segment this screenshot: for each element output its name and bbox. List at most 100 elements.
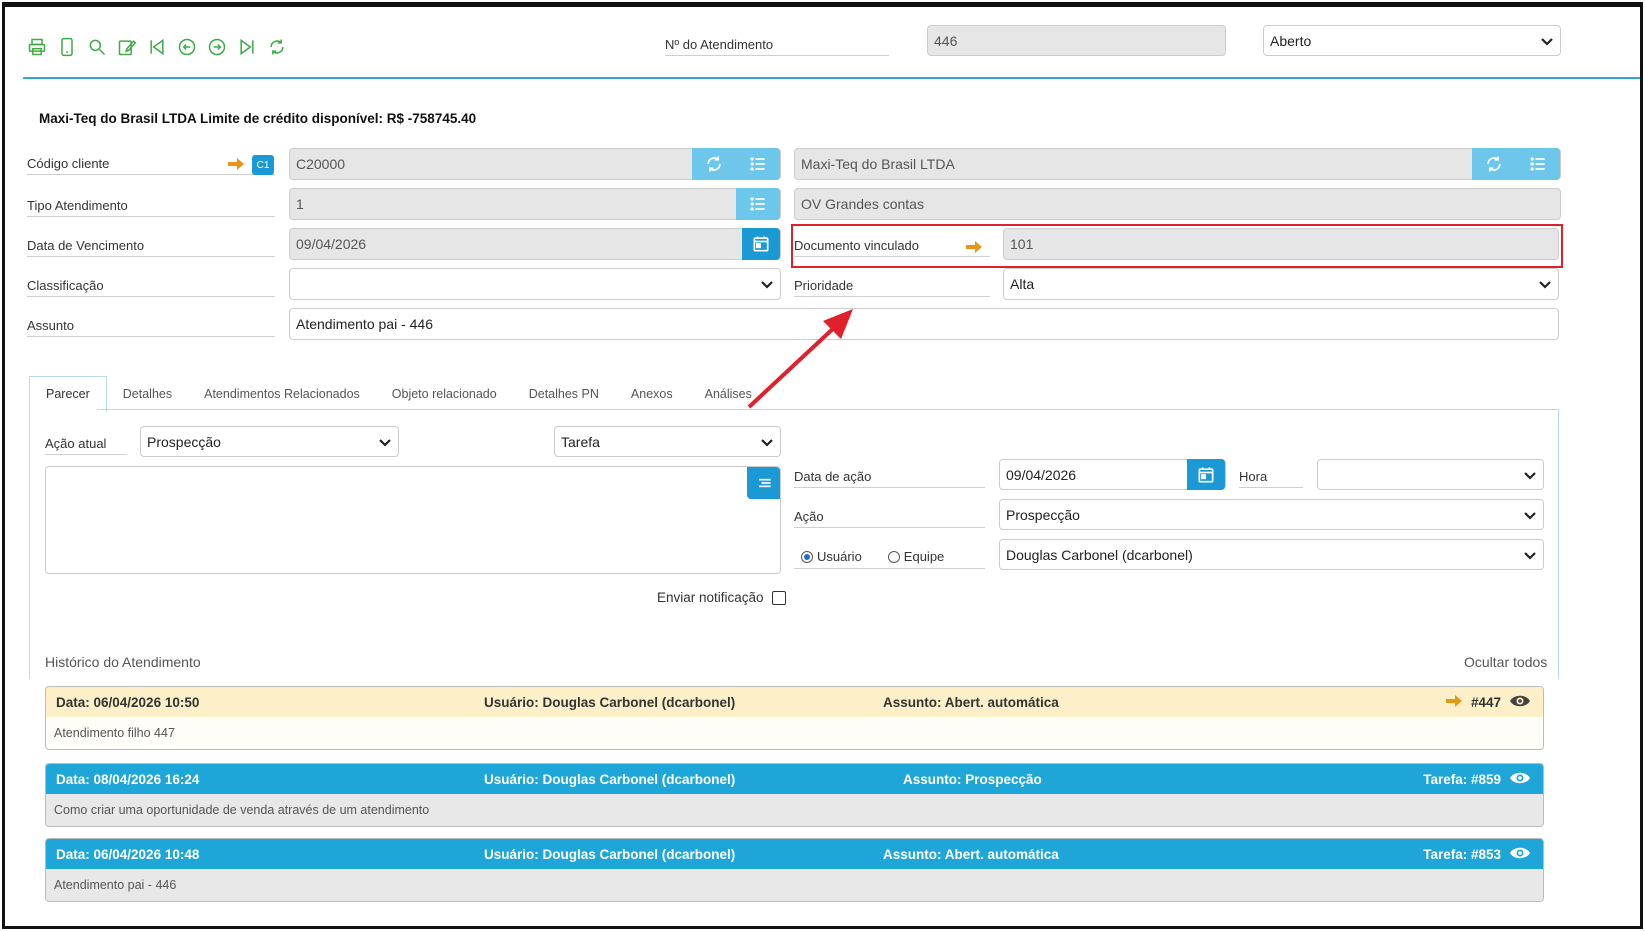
calendar-vencimento-button[interactable] [742,228,780,260]
prioridade-select[interactable]: Alta [1003,268,1559,300]
acao-atual-value: Prospecção [147,433,221,450]
historico-data: Data: 06/04/2026 10:50 [56,694,200,710]
radio-equipe-dot[interactable] [887,550,900,563]
historico-data: Data: 06/04/2026 10:48 [56,846,200,862]
historico-assunto: Assunto: Abert. automática [883,694,1059,710]
refresh-cliente-button[interactable] [692,148,736,180]
tab-anexos[interactable]: Anexos [615,376,689,412]
list-cliente-nome-button[interactable] [1516,148,1560,180]
refresh-cliente-nome-button[interactable] [1472,148,1516,180]
data-acao-label: Data de ação [794,469,985,488]
cliente-nome-field[interactable]: Maxi-Teq do Brasil LTDA [794,148,1561,180]
list-cliente-button[interactable] [736,148,780,180]
historico-data: Data: 08/04/2026 16:24 [56,771,200,787]
eye-icon[interactable] [1509,693,1531,712]
tab-objeto-relacionado[interactable]: Objeto relacionado [376,376,513,412]
prioridade-label: Prioridade [794,278,990,297]
prev-icon[interactable] [175,35,199,59]
calendar-acao-button[interactable] [1187,459,1225,490]
tab-panel-border [97,409,1559,410]
historico-item-header[interactable]: Data: 06/04/2026 10:50 Usuário: Douglas … [46,687,1543,717]
historico-usuario: Usuário: Douglas Carbonel (dcarbonel) [484,846,736,862]
tipo-atendimento-desc-value: OV Grandes contas [801,196,924,212]
data-vencimento-label: Data de Vencimento [27,238,275,257]
next-icon[interactable] [205,35,229,59]
responsavel-select[interactable]: Douglas Carbonel (dcarbonel) [999,539,1544,570]
print-icon[interactable] [25,35,49,59]
parecer-textarea[interactable] [45,466,781,574]
chevron-down-icon [760,277,774,291]
tipo-tarefa-select[interactable]: Tarefa [554,426,781,457]
arrow-right-icon[interactable] [1445,694,1463,711]
search-icon[interactable] [85,35,109,59]
ocultar-todos-link[interactable]: Ocultar todos [1464,654,1547,670]
hora-select[interactable] [1317,459,1544,490]
cliente-badge[interactable]: C1 [252,155,274,175]
assunto-label: Assunto [27,318,275,337]
historico-item-header[interactable]: Data: 08/04/2026 16:24 Usuário: Douglas … [46,764,1543,794]
status-select[interactable]: Aberto [1263,25,1561,56]
header-divider [23,77,1640,79]
historico-item-body: Atendimento pai - 446 [46,869,1543,901]
last-icon[interactable] [235,35,259,59]
edit-icon[interactable] [115,35,139,59]
radio-usuario-dot[interactable] [801,550,813,563]
radio-underline [794,568,985,569]
data-vencimento-field[interactable]: 09/04/2026 [289,228,781,260]
acao-select[interactable]: Prospecção [999,499,1544,530]
tab-analises[interactable]: Análises [689,376,768,412]
acao-label: Ação [794,509,985,528]
classificacao-select[interactable] [289,268,781,300]
assunto-value: Atendimento pai - 446 [296,316,433,332]
enviar-notificacao[interactable]: Enviar notificação [657,590,786,605]
radio-usuario-label: Usuário [817,549,862,564]
tab-panel-border-left [29,409,30,679]
historico-ref[interactable]: Tarefa: #853 [1423,847,1501,862]
acao-value: Prospecção [1006,506,1080,523]
chevron-down-icon [1523,508,1537,522]
chevron-down-icon [378,435,392,449]
status-select-value: Aberto [1270,32,1312,49]
tab-detalhes-pn[interactable]: Detalhes PN [513,376,615,412]
app-frame: Nº do Atendimento 446 Aberto Maxi-Teq do… [2,2,1643,929]
cliente-nome-value: Maxi-Teq do Brasil LTDA [801,156,955,172]
tipo-atendimento-value: 1 [296,196,304,212]
refresh-icon[interactable] [265,35,289,59]
radio-usuario[interactable]: Usuário [801,549,862,564]
data-vencimento-value: 09/04/2026 [296,236,367,252]
radio-equipe[interactable]: Equipe [887,549,945,564]
historico-usuario: Usuário: Douglas Carbonel (dcarbonel) [484,771,736,787]
chevron-down-icon [1523,468,1537,482]
acao-atual-select[interactable]: Prospecção [140,426,399,457]
highlight-box [791,224,1563,268]
arrow-right-icon[interactable] [227,157,245,174]
chevron-down-icon [1538,277,1552,291]
codigo-cliente-field[interactable]: C20000 [289,148,781,180]
radio-equipe-label: Equipe [903,549,945,564]
first-icon[interactable] [145,35,169,59]
hora-label: Hora [1239,469,1303,488]
responsavel-value: Douglas Carbonel (dcarbonel) [1006,546,1193,563]
mobile-icon[interactable] [55,35,79,59]
tab-atendimentos-relacionados[interactable]: Atendimentos Relacionados [188,376,376,412]
tab-detalhes[interactable]: Detalhes [107,376,188,412]
historico-item-header[interactable]: Data: 06/04/2026 10:48 Usuário: Douglas … [46,839,1543,869]
tipo-atendimento-desc-field: OV Grandes contas [794,188,1561,220]
historico-ref[interactable]: Tarefa: #859 [1423,772,1501,787]
enviar-notificacao-label: Enviar notificação [657,590,764,605]
atendimento-number-value: 446 [934,32,958,49]
eye-icon[interactable] [1509,770,1531,789]
eye-icon[interactable] [1509,845,1531,864]
tipo-atendimento-field[interactable]: 1 [289,188,781,220]
historico-ref[interactable]: #447 [1471,695,1501,710]
list-tipo-atendimento-button[interactable] [736,188,780,220]
enviar-notificacao-checkbox[interactable] [771,590,786,605]
historico-item-body: Como criar uma oportunidade de venda atr… [46,794,1543,826]
data-acao-input[interactable]: 09/04/2026 [999,459,1226,490]
chevron-down-icon [1540,34,1554,48]
assunto-input[interactable]: Atendimento pai - 446 [289,308,1559,340]
classificacao-label: Classificação [27,278,275,297]
tab-parecer[interactable]: Parecer [29,376,107,412]
historico-item: Data: 06/04/2026 10:48 Usuário: Douglas … [45,838,1544,902]
text-format-button[interactable] [747,467,780,499]
